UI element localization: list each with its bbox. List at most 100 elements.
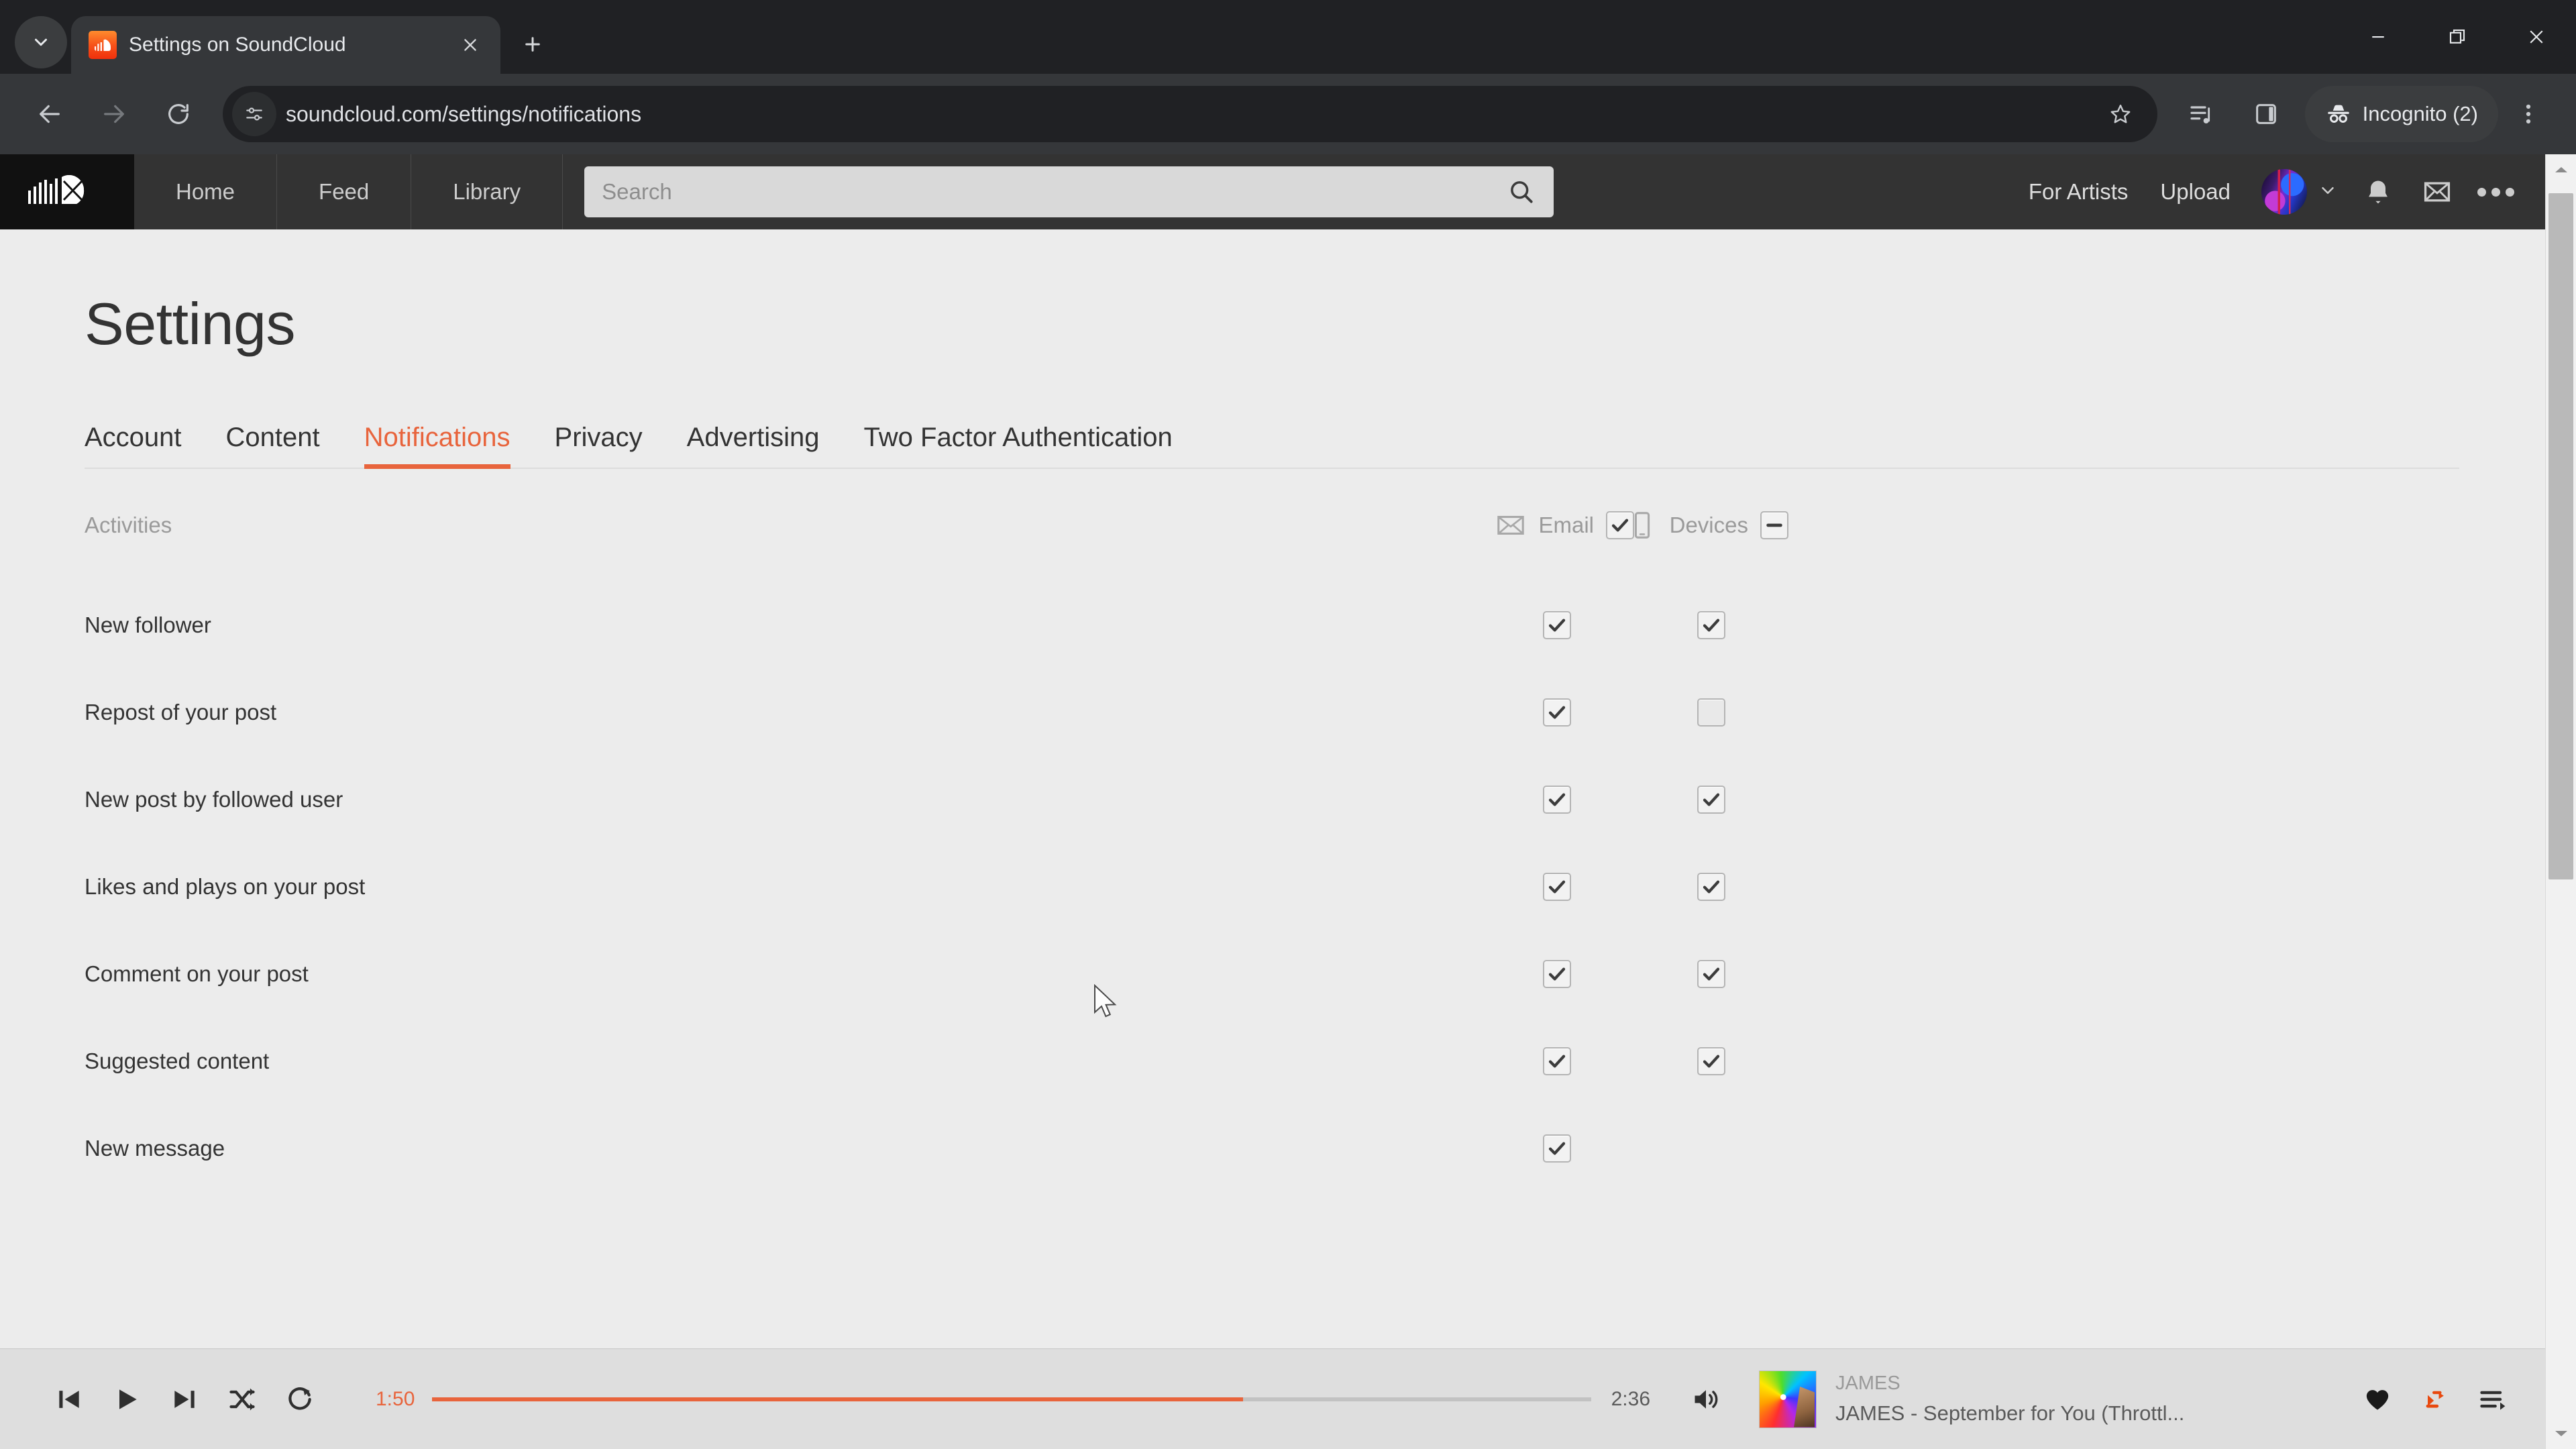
upload-link[interactable]: Upload bbox=[2144, 179, 2247, 205]
tab-close-button[interactable] bbox=[455, 30, 486, 60]
nav-item-home[interactable]: Home bbox=[134, 154, 278, 229]
tab-content[interactable]: Content bbox=[226, 423, 320, 468]
tab-two-factor-authentication[interactable]: Two Factor Authentication bbox=[864, 423, 1173, 468]
like-button[interactable] bbox=[2359, 1381, 2396, 1418]
tab-advertising[interactable]: Advertising bbox=[687, 423, 820, 468]
row-email-checkbox[interactable] bbox=[1543, 1134, 1571, 1163]
plus-icon bbox=[525, 37, 540, 52]
side-panel-button[interactable] bbox=[2234, 82, 2298, 146]
duration-time: 2:36 bbox=[1611, 1387, 1650, 1410]
address-bar[interactable]: soundcloud.com/settings/notifications bbox=[223, 86, 2157, 142]
restore-icon bbox=[2449, 29, 2465, 44]
close-icon bbox=[464, 39, 476, 51]
repost-button[interactable] bbox=[2416, 1381, 2454, 1418]
next-button[interactable] bbox=[156, 1371, 213, 1428]
repeat-button[interactable] bbox=[271, 1371, 329, 1428]
browser-menu-button[interactable] bbox=[2498, 82, 2559, 146]
settings-tabs: Account Content Notifications Privacy Ad… bbox=[85, 423, 2459, 469]
caret-down-icon bbox=[2555, 1431, 2567, 1436]
track-title[interactable]: JAMES - September for You (Throttl... bbox=[1835, 1401, 2359, 1426]
nav-item-feed[interactable]: Feed bbox=[277, 154, 412, 229]
album-artwork[interactable] bbox=[1759, 1370, 1817, 1428]
table-row: Suggested content bbox=[85, 1018, 1788, 1105]
row-email-checkbox[interactable] bbox=[1543, 698, 1571, 727]
star-icon bbox=[2110, 105, 2131, 123]
scroll-down-button[interactable] bbox=[2546, 1418, 2576, 1449]
table-row: New post by followed user bbox=[85, 756, 1788, 843]
elapsed-time: 1:50 bbox=[376, 1387, 415, 1410]
caret-up-icon bbox=[2555, 167, 2567, 172]
tab-account[interactable]: Account bbox=[85, 423, 182, 468]
shuffle-button[interactable] bbox=[213, 1371, 271, 1428]
check-icon bbox=[1703, 619, 1720, 632]
more-menu-button[interactable] bbox=[2467, 187, 2529, 197]
scroll-up-button[interactable] bbox=[2546, 154, 2576, 185]
minimize-button[interactable] bbox=[2339, 0, 2418, 74]
dash-icon bbox=[1766, 523, 1782, 527]
site-info-button[interactable] bbox=[232, 92, 276, 136]
media-queue-button[interactable] bbox=[2169, 82, 2234, 146]
progress-bar[interactable] bbox=[432, 1397, 1591, 1401]
maximize-button[interactable] bbox=[2418, 0, 2497, 74]
avatar[interactable] bbox=[2261, 169, 2307, 215]
reload-button[interactable] bbox=[146, 82, 211, 146]
tab-search-button[interactable] bbox=[15, 16, 67, 68]
progress-fill bbox=[432, 1397, 1244, 1401]
row-label: Suggested content bbox=[85, 1049, 270, 1073]
messages-button[interactable] bbox=[2408, 177, 2467, 207]
close-window-button[interactable] bbox=[2497, 0, 2576, 74]
row-email-checkbox[interactable] bbox=[1543, 960, 1571, 988]
previous-button[interactable] bbox=[40, 1371, 98, 1428]
row-devices-checkbox[interactable] bbox=[1697, 1047, 1725, 1075]
tab-notifications[interactable]: Notifications bbox=[364, 423, 511, 469]
close-icon bbox=[2530, 30, 2543, 44]
shuffle-icon bbox=[229, 1388, 255, 1410]
forward-button[interactable] bbox=[82, 82, 146, 146]
row-email-cell bbox=[1480, 960, 1634, 988]
row-devices-checkbox[interactable] bbox=[1697, 698, 1725, 727]
scrollbar-thumb[interactable] bbox=[2548, 193, 2573, 879]
row-email-checkbox[interactable] bbox=[1543, 611, 1571, 639]
search-input[interactable] bbox=[602, 179, 1501, 205]
back-button[interactable] bbox=[17, 82, 82, 146]
profile-button[interactable]: Incognito (2) bbox=[2304, 86, 2498, 142]
row-devices-checkbox[interactable] bbox=[1697, 960, 1725, 988]
soundcloud-logo[interactable] bbox=[0, 154, 134, 229]
user-menu-button[interactable] bbox=[2307, 180, 2349, 204]
search-container bbox=[563, 154, 2012, 229]
volume-button[interactable] bbox=[1677, 1371, 1735, 1428]
more-vertical-icon bbox=[2526, 104, 2531, 124]
row-devices-cell bbox=[1634, 873, 1788, 901]
play-button[interactable] bbox=[98, 1371, 156, 1428]
player-bar: 1:50 2:36 JAMES JAMES - September for Yo… bbox=[0, 1348, 2545, 1449]
row-email-cell bbox=[1480, 1134, 1634, 1163]
row-devices-cell bbox=[1634, 786, 1788, 814]
notifications-button[interactable] bbox=[2349, 177, 2408, 207]
row-email-checkbox[interactable] bbox=[1543, 786, 1571, 814]
column-header-devices-checkbox[interactable] bbox=[1760, 511, 1788, 539]
bookmark-button[interactable] bbox=[2098, 92, 2143, 136]
search-icon[interactable] bbox=[1507, 177, 1536, 207]
row-devices-cell bbox=[1634, 698, 1788, 727]
check-icon bbox=[1703, 967, 1720, 981]
page-scrollbar[interactable] bbox=[2545, 154, 2576, 1449]
track-artist[interactable]: JAMES bbox=[1835, 1373, 2359, 1395]
row-devices-checkbox[interactable] bbox=[1697, 873, 1725, 901]
for-artists-link[interactable]: For Artists bbox=[2012, 179, 2145, 205]
row-email-checkbox[interactable] bbox=[1543, 1047, 1571, 1075]
playlist-music-icon bbox=[2190, 106, 2210, 123]
search-box[interactable] bbox=[584, 166, 1554, 217]
bell-icon bbox=[2369, 180, 2387, 204]
browser-tab[interactable]: Settings on SoundCloud bbox=[71, 16, 500, 74]
more-dot bbox=[2491, 187, 2500, 197]
row-devices-checkbox[interactable] bbox=[1697, 786, 1725, 814]
track-meta: JAMES JAMES - September for You (Throttl… bbox=[1835, 1373, 2359, 1426]
row-email-checkbox[interactable] bbox=[1543, 873, 1571, 901]
tab-privacy[interactable]: Privacy bbox=[555, 423, 643, 468]
check-icon bbox=[1703, 880, 1720, 894]
row-devices-checkbox[interactable] bbox=[1697, 611, 1725, 639]
nav-item-library[interactable]: Library bbox=[411, 154, 564, 229]
more-dot bbox=[2506, 187, 2514, 197]
new-tab-button[interactable] bbox=[511, 23, 554, 66]
add-to-playlist-button[interactable] bbox=[2474, 1381, 2512, 1418]
